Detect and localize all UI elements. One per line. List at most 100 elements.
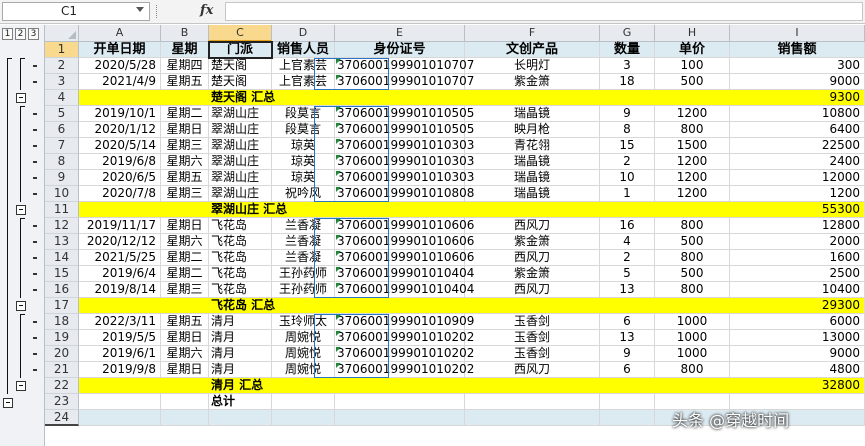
collapse-group-button[interactable]: [16, 301, 26, 311]
cell-sales-amount[interactable]: 9000: [730, 346, 865, 362]
row-header-22[interactable]: 22: [45, 378, 79, 394]
cell-product[interactable]: 西风刀: [465, 218, 600, 234]
column-header-b[interactable]: B: [161, 25, 209, 42]
row-header-15[interactable]: 15: [45, 266, 79, 282]
cell-quantity[interactable]: 15: [600, 138, 655, 154]
cell-sales-amount[interactable]: 2000: [730, 234, 865, 250]
cell-salesperson[interactable]: 上官素芸: [272, 58, 335, 74]
cell-unit-price[interactable]: 1000: [655, 346, 730, 362]
cell-empty[interactable]: [600, 410, 655, 426]
cell-salesperson[interactable]: 兰香凝: [272, 234, 335, 250]
outline-level-2-button[interactable]: 2: [15, 28, 26, 40]
insert-function-icon[interactable]: fx: [200, 3, 213, 18]
cell-id-number[interactable]: 370600199901010707: [335, 58, 474, 74]
cell-sect[interactable]: 清月: [209, 362, 272, 378]
cell-salesperson[interactable]: 祝吟风: [272, 186, 335, 202]
collapse-grand-total-button[interactable]: [3, 398, 13, 408]
cell-unit-price[interactable]: 1200: [655, 154, 730, 170]
cell-weekday[interactable]: 星期四: [161, 58, 209, 74]
cell-weekday[interactable]: 星期六: [161, 234, 209, 250]
cell-unit-price[interactable]: 500: [655, 266, 730, 282]
cell-unit-price[interactable]: 500: [655, 234, 730, 250]
cell-empty[interactable]: [161, 394, 209, 410]
cell-quantity[interactable]: 6: [600, 314, 655, 330]
cell-sales-amount[interactable]: 10800: [730, 106, 865, 122]
cell-product[interactable]: 西风刀: [465, 282, 600, 298]
cell-open-date[interactable]: 2019/9/8: [79, 362, 161, 378]
cell-product[interactable]: 紫金箫: [465, 266, 600, 282]
cell-sales-amount[interactable]: 9000: [730, 74, 865, 90]
cell-open-date[interactable]: 2019/8/14: [79, 282, 161, 298]
cell-sect[interactable]: 楚天阁: [209, 74, 272, 90]
header-cell-weekday[interactable]: 星期: [161, 42, 209, 58]
header-cell-sect[interactable]: 门派: [209, 42, 272, 58]
cell-product[interactable]: 紫金箫: [465, 234, 600, 250]
cell-id-number[interactable]: 370600199901010303: [335, 170, 474, 186]
cell-empty[interactable]: [79, 410, 161, 426]
cell-id-number[interactable]: 370600199901010404: [335, 266, 474, 282]
cell-salesperson[interactable]: 周婉悦: [272, 346, 335, 362]
collapse-group-button[interactable]: [16, 205, 26, 215]
row-header-5[interactable]: 5: [45, 106, 79, 122]
cell-weekday[interactable]: 星期三: [161, 282, 209, 298]
cell-sales-amount[interactable]: 2400: [730, 154, 865, 170]
cell-product[interactable]: 长明灯: [465, 58, 600, 74]
cell-sect[interactable]: 飞花岛: [209, 266, 272, 282]
cell-sales-amount[interactable]: 22500: [730, 138, 865, 154]
row-header-2[interactable]: 2: [45, 58, 79, 74]
cell-salesperson[interactable]: 周婉悦: [272, 362, 335, 378]
row-header-7[interactable]: 7: [45, 138, 79, 154]
cell-sect[interactable]: 翠湖山庄: [209, 106, 272, 122]
cell-open-date[interactable]: 2021/4/9: [79, 74, 161, 90]
cell-salesperson[interactable]: 兰香凝: [272, 250, 335, 266]
cell-salesperson[interactable]: 段莫言: [272, 122, 335, 138]
cell-empty[interactable]: [272, 394, 335, 410]
collapse-group-button[interactable]: [16, 93, 26, 103]
row-header-17[interactable]: 17: [45, 298, 79, 314]
cell-quantity[interactable]: 13: [600, 330, 655, 346]
cell-salesperson[interactable]: 琼英: [272, 138, 335, 154]
column-header-g[interactable]: G: [600, 25, 655, 42]
row-header-19[interactable]: 19: [45, 330, 79, 346]
cell-id-number[interactable]: 370600199901010505: [335, 122, 474, 138]
cell-weekday[interactable]: 星期六: [161, 154, 209, 170]
column-header-e[interactable]: E: [335, 25, 465, 42]
cell-product[interactable]: 映月枪: [465, 122, 600, 138]
cell-open-date[interactable]: 2019/5/5: [79, 330, 161, 346]
cell-open-date[interactable]: 2020/7/8: [79, 186, 161, 202]
cell-unit-price[interactable]: 1500: [655, 138, 730, 154]
cell-id-number[interactable]: 370600199901010808: [335, 186, 474, 202]
cell-unit-price[interactable]: 800: [655, 122, 730, 138]
cell-product[interactable]: 玉香剑: [465, 346, 600, 362]
cell-empty[interactable]: [465, 394, 600, 410]
cell-unit-price[interactable]: 1200: [655, 186, 730, 202]
cell-weekday[interactable]: 星期三: [161, 138, 209, 154]
cell-sect[interactable]: 清月: [209, 346, 272, 362]
cell-quantity[interactable]: 10: [600, 170, 655, 186]
cell-id-number[interactable]: 370600199901010606: [335, 234, 474, 250]
collapse-group-button[interactable]: [16, 381, 26, 391]
row-header-21[interactable]: 21: [45, 362, 79, 378]
cell-id-number[interactable]: 370600199901010707: [335, 74, 474, 90]
cell-id-number[interactable]: 370600199901010202: [335, 362, 474, 378]
cell-product[interactable]: 青花翎: [465, 138, 600, 154]
cell-id-number[interactable]: 370600199901010202: [335, 346, 474, 362]
cell-sect[interactable]: 飞花岛: [209, 234, 272, 250]
subtotal-amount[interactable]: 32800: [730, 378, 865, 394]
cell-unit-price[interactable]: 1200: [655, 170, 730, 186]
cell-unit-price[interactable]: 800: [655, 282, 730, 298]
cell-open-date[interactable]: 2019/6/4: [79, 266, 161, 282]
cell-unit-price[interactable]: 1000: [655, 330, 730, 346]
column-header-i[interactable]: I: [730, 25, 865, 42]
cell-open-date[interactable]: 2019/10/1: [79, 106, 161, 122]
cell-quantity[interactable]: 1: [600, 186, 655, 202]
select-all-corner[interactable]: [45, 25, 79, 42]
cell-quantity[interactable]: 18: [600, 74, 655, 90]
cell-salesperson[interactable]: 周婉悦: [272, 330, 335, 346]
cell-quantity[interactable]: 3: [600, 58, 655, 74]
header-cell-quantity[interactable]: 数量: [600, 42, 655, 58]
row-header-12[interactable]: 12: [45, 218, 79, 234]
header-cell-unit-price[interactable]: 单价: [655, 42, 730, 58]
row-header-4[interactable]: 4: [45, 90, 79, 106]
cell-product[interactable]: 西风刀: [465, 250, 600, 266]
